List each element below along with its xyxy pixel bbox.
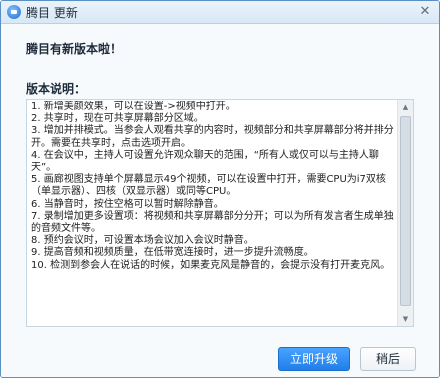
upgrade-now-button[interactable]: 立即升级 xyxy=(278,347,350,371)
release-notes-text: 1. 新增美颜效果，可以在设置->视频中打开。 2. 共享时，现在可共享屏幕部分… xyxy=(31,101,394,271)
scroll-thumb[interactable] xyxy=(400,116,411,306)
window-title: 腾目 更新 xyxy=(26,6,78,20)
release-notes-label: 版本说明： xyxy=(26,82,87,96)
update-dialog: 腾目 更新 ✕ 腾目有新版本啦！ 版本说明： 1. 新增美颜效果，可以在设置->… xyxy=(0,0,440,378)
title-bar: 腾目 更新 ✕ xyxy=(1,1,439,24)
release-notes-box: 1. 新增美颜效果，可以在设置->视频中打开。 2. 共享时，现在可共享屏幕部分… xyxy=(26,99,414,327)
notes-scrollbar[interactable]: ▲ ▼ xyxy=(397,100,413,326)
close-button[interactable]: ✕ xyxy=(417,4,433,19)
scroll-down-arrow-icon[interactable]: ▼ xyxy=(398,312,413,326)
update-headline: 腾目有新版本啦！ xyxy=(26,42,123,56)
scroll-up-arrow-icon[interactable]: ▲ xyxy=(398,100,413,114)
dialog-content: 腾目有新版本啦！ 版本说明： 1. 新增美颜效果，可以在设置->视频中打开。 2… xyxy=(1,24,439,377)
later-button[interactable]: 稍后 xyxy=(360,347,416,371)
app-logo-icon xyxy=(7,5,21,19)
